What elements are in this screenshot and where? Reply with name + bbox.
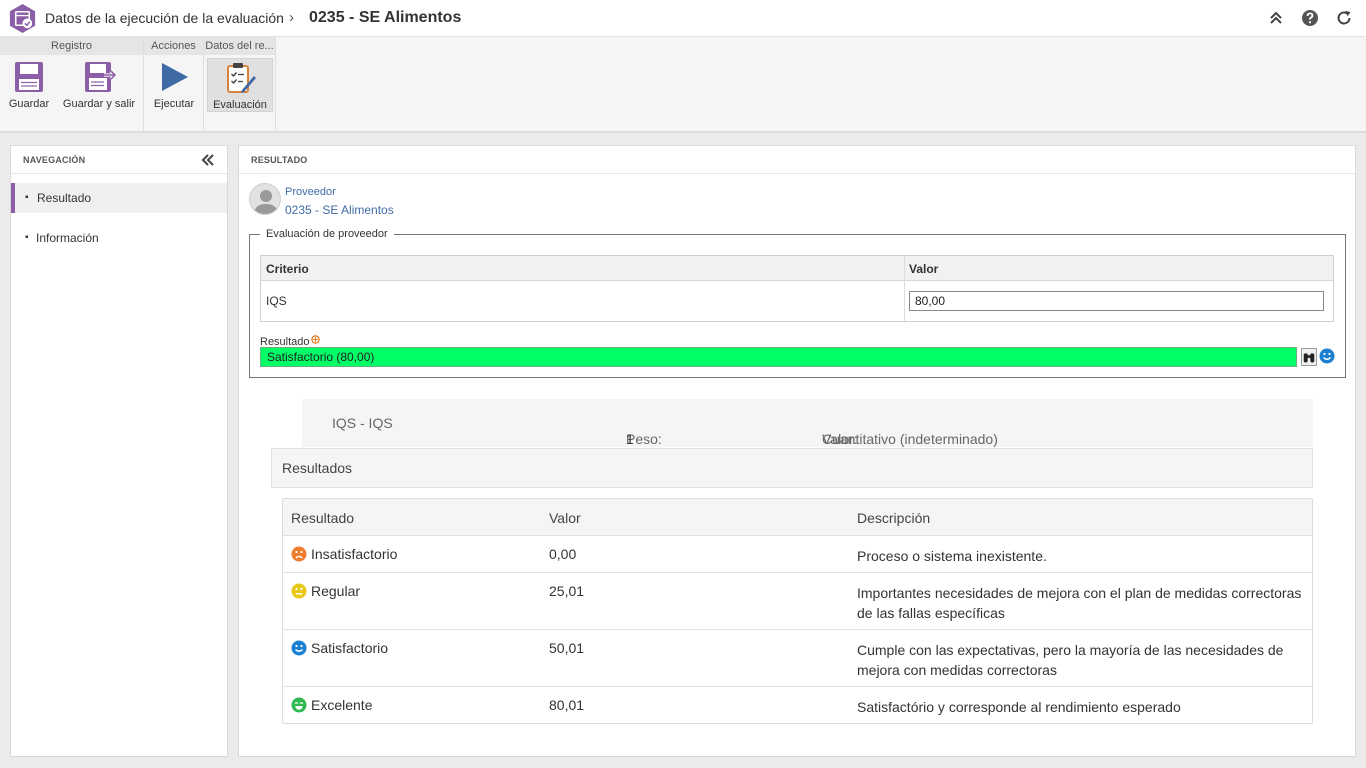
app-logo-icon xyxy=(9,3,36,34)
column-header-criterio: Criterio xyxy=(266,262,309,276)
supplier-label: Proveedor xyxy=(285,186,336,198)
result-value: 50,01 xyxy=(549,640,585,656)
sad-face-icon xyxy=(291,546,307,562)
nav-item-resultado[interactable]: ▪ Resultado xyxy=(11,183,227,213)
supplier-value: 0235 - SE Alimentos xyxy=(285,203,394,217)
result-name: Satisfactorio xyxy=(311,640,389,656)
result-cell: Satisfactorio xyxy=(291,640,388,656)
column-header-descripcion: Descripción xyxy=(857,510,931,526)
column-header-valor: Valor xyxy=(909,262,939,276)
result-name: Insatisfactorio xyxy=(311,546,398,562)
required-icon xyxy=(310,335,320,344)
save-and-exit-label: Guardar y salir xyxy=(62,98,136,110)
smile-face-icon xyxy=(1319,348,1335,364)
value-type-value: Cuantitativo (indeterminado) xyxy=(822,431,998,447)
result-description: Proceso o sistema inexistente. xyxy=(857,548,1047,564)
fieldset-legend: Evaluación de proveedor xyxy=(260,228,394,240)
title-bar: Datos de la ejecución de la evaluación ›… xyxy=(0,0,1366,37)
table-row: Insatisfactorio 0,00 Proceso o sistema i… xyxy=(283,536,1312,573)
execute-button-label: Ejecutar xyxy=(153,98,195,110)
search-result-button[interactable] xyxy=(1301,348,1317,366)
results-table: Resultado Valor Descripción Insatisfacto… xyxy=(282,498,1313,724)
result-name: Regular xyxy=(311,583,361,599)
column-header-resultado: Resultado xyxy=(291,510,355,526)
criteria-table: Criterio Valor IQS xyxy=(260,255,1334,322)
page-title: Datos de la ejecución de la evaluación xyxy=(45,10,284,26)
ribbon-group-title: Datos del re... xyxy=(204,37,275,55)
supplier-evaluation-fieldset: Evaluación de proveedor Criterio Valor I… xyxy=(249,228,1346,378)
help-icon[interactable] xyxy=(1301,9,1319,27)
nav-item-informacion[interactable]: ▪ Información xyxy=(11,223,227,253)
table-row: IQS xyxy=(261,281,1333,321)
evaluation-clipboard-icon xyxy=(227,63,256,93)
bullet-icon: ▪ xyxy=(25,192,29,203)
execute-button[interactable]: Ejecutar xyxy=(149,58,199,112)
result-value: 80,01 xyxy=(549,697,585,713)
result-value: 0,00 xyxy=(549,546,577,562)
weight-value: 1 xyxy=(626,431,634,447)
result-description: Satisfactório y corresponde al rendimien… xyxy=(857,699,1181,715)
smile-face-icon xyxy=(291,640,307,656)
collapse-left-icon[interactable] xyxy=(200,152,216,168)
result-panel-title: RESULTADO xyxy=(239,146,1355,174)
criterion-value-input[interactable] xyxy=(909,291,1324,311)
save-button-label: Guardar xyxy=(8,98,50,110)
ribbon-toolbar: Registro Guardar Guardar y salir Accione… xyxy=(0,37,1366,133)
criteria-table-header: Criterio Valor xyxy=(261,256,1333,281)
save-and-exit-button[interactable]: Guardar y salir xyxy=(59,58,139,112)
avatar xyxy=(249,183,281,215)
ribbon-group-acciones: Acciones Ejecutar xyxy=(144,37,204,131)
ribbon-group-title: Registro xyxy=(0,37,143,55)
refresh-icon[interactable] xyxy=(1335,9,1353,27)
play-icon xyxy=(162,63,188,91)
result-name: Excelente xyxy=(311,697,373,713)
neutral-face-icon xyxy=(291,583,307,599)
ribbon-group-registro: Registro Guardar Guardar y salir xyxy=(0,37,144,131)
results-table-header: Resultado Valor Descripción xyxy=(283,499,1312,536)
evaluation-button-label: Evaluación xyxy=(213,99,267,111)
collapse-up-icon[interactable] xyxy=(1267,9,1285,27)
record-title: 0235 - SE Alimentos xyxy=(309,9,462,26)
save-button[interactable]: Guardar xyxy=(4,58,54,112)
criterion-info-name: IQS - IQS xyxy=(332,415,393,431)
criterion-info-bar: IQS - IQS Peso: 1 Valor: Cuantitativo (in… xyxy=(302,399,1313,447)
result-description: Importantes necesidades de mejora con el… xyxy=(857,585,1302,621)
result-description: Cumple con las expectativas, pero la may… xyxy=(857,642,1284,678)
evaluation-button[interactable]: Evaluación xyxy=(207,58,273,112)
criterion-name: IQS xyxy=(266,294,287,308)
binoculars-icon xyxy=(1303,353,1315,363)
result-value: 25,01 xyxy=(549,583,585,599)
table-row: Satisfactorio 50,01 Cumple con las expec… xyxy=(283,630,1312,687)
navigation-title: NAVEGACIÓN xyxy=(11,146,227,174)
save-exit-icon xyxy=(85,62,116,92)
column-header-valor: Valor xyxy=(549,510,581,526)
nav-item-label: Información xyxy=(36,231,99,245)
nav-item-label: Resultado xyxy=(37,191,92,205)
save-icon xyxy=(15,62,43,92)
table-row: Excelente 80,01 Satisfactório y correspo… xyxy=(283,687,1312,723)
table-row: Regular 25,01 Importantes necesidades de… xyxy=(283,573,1312,630)
bullet-icon: ▪ xyxy=(25,232,29,243)
breadcrumb-separator: › xyxy=(289,9,294,26)
result-cell: Insatisfactorio xyxy=(291,546,397,562)
results-section-title: Resultados xyxy=(271,448,1313,488)
result-value-field: Satisfactorio (80,00) xyxy=(260,347,1297,367)
grin-face-icon xyxy=(291,697,307,713)
ribbon-group-title: Acciones xyxy=(144,37,203,55)
result-cell: Regular xyxy=(291,583,360,599)
ribbon-group-datos: Datos del re... Evaluación xyxy=(204,37,276,131)
result-panel: RESULTADO Proveedor 0235 - SE Alimentos … xyxy=(238,145,1356,757)
user-avatar-icon xyxy=(254,190,278,214)
navigation-panel: NAVEGACIÓN ▪ Resultado ▪ Información xyxy=(10,145,228,757)
result-cell: Excelente xyxy=(291,697,372,713)
